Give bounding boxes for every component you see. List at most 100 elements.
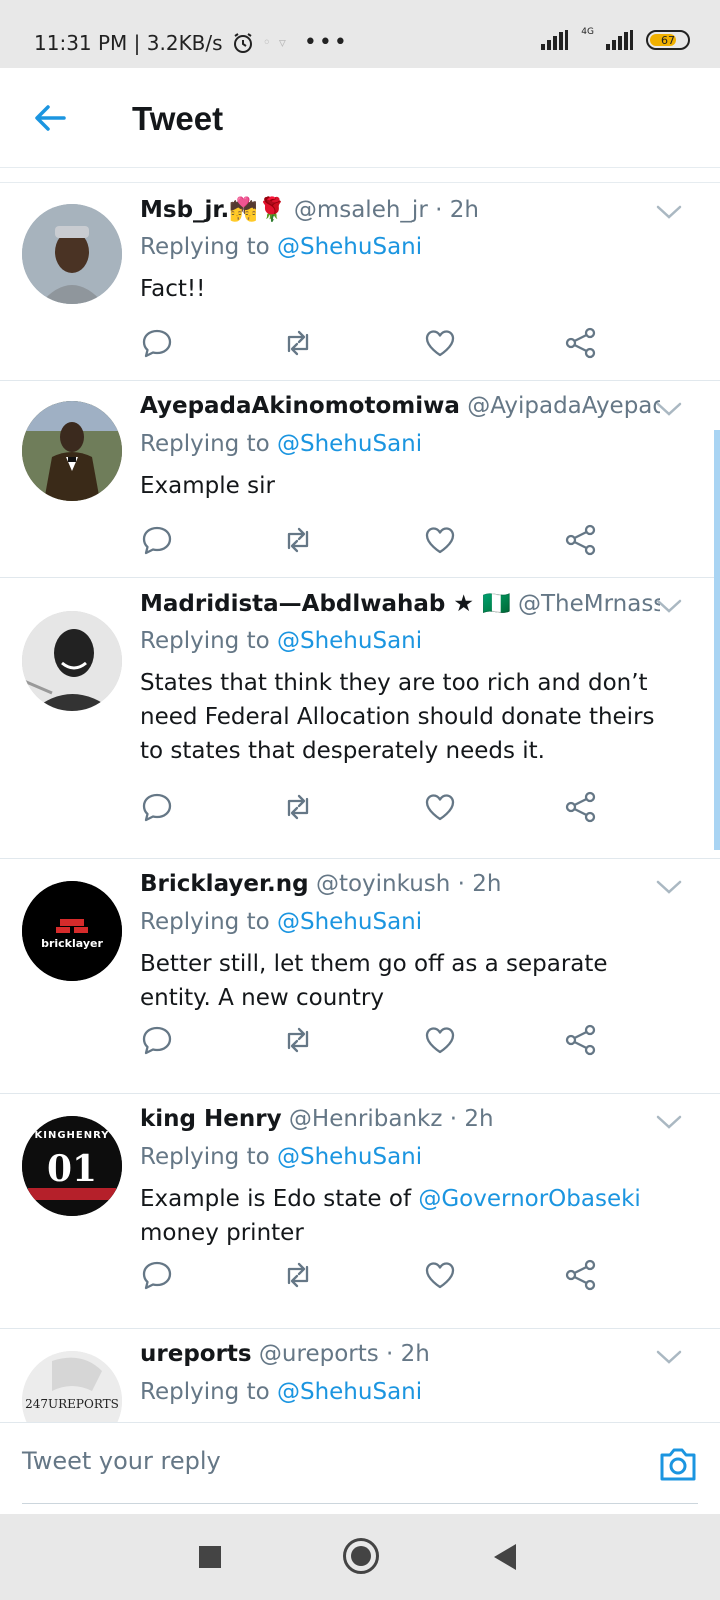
share-icon[interactable]	[564, 523, 598, 557]
recent-apps-button[interactable]	[199, 1546, 221, 1568]
tweet-text: Example is Edo state of @GovernorObaseki…	[140, 1186, 641, 1246]
like-icon[interactable]	[423, 1258, 457, 1292]
avatar[interactable]: bricklayer	[22, 881, 122, 981]
reply-composer: Tweet your reply	[0, 1422, 720, 1514]
status-left: 11:31 PM | 3.2KB/s ◦ ▿ •••	[34, 30, 349, 55]
avatar[interactable]	[22, 401, 122, 501]
tweet-card[interactable]: Msb_jr.💏🌹 @msaleh_jr · 2h Replying to @S…	[0, 184, 720, 381]
replying-to: Replying to @ShehuSani	[140, 628, 423, 654]
like-icon[interactable]	[423, 790, 457, 824]
share-icon[interactable]	[564, 326, 598, 360]
divider	[0, 169, 720, 183]
like-icon[interactable]	[423, 523, 457, 557]
reply-icon[interactable]	[140, 790, 174, 824]
tweet-author-name[interactable]: Msb_jr.💏🌹	[140, 197, 287, 223]
chevron-down-icon[interactable]	[656, 1349, 682, 1365]
avatar[interactable]	[22, 204, 122, 304]
tweet-actions	[140, 1023, 610, 1057]
reply-icon[interactable]	[140, 1258, 174, 1292]
chevron-down-icon[interactable]	[656, 401, 682, 417]
bricklayer-logo	[22, 881, 122, 981]
tweet-card[interactable]: bricklayer Bricklayer.ng @toyinkush · 2h…	[0, 859, 720, 1094]
notification-icon: ◦	[262, 34, 271, 51]
chevron-down-icon[interactable]	[656, 204, 682, 220]
tweet-author-handle: @msaleh_jr · 2h	[293, 197, 479, 223]
app-header: Tweet	[0, 68, 720, 168]
system-nav-bar	[0, 1514, 720, 1600]
avatar-label-top: KINGHENRY	[34, 1130, 110, 1141]
tweet-author-name[interactable]: Bricklayer.ng	[140, 871, 309, 897]
mention-link[interactable]: @ShehuSani	[277, 431, 422, 457]
system-back-button[interactable]	[494, 1544, 516, 1570]
avatar[interactable]: 247UREPORTS	[22, 1351, 122, 1422]
tweet-actions	[140, 1258, 610, 1292]
signal-icon	[541, 30, 569, 50]
chevron-down-icon[interactable]	[656, 879, 682, 895]
share-icon[interactable]	[564, 790, 598, 824]
avatar-label: bricklayer	[41, 937, 103, 950]
avatar-photo	[22, 611, 122, 711]
notification-icon-2: ▿	[278, 34, 286, 51]
tweet-text: Example sir	[140, 473, 275, 499]
scrollbar[interactable]	[714, 430, 720, 850]
tweet-actions	[140, 523, 610, 557]
battery-level: 67	[661, 33, 675, 47]
reply-icon[interactable]	[140, 1023, 174, 1057]
avatar[interactable]	[22, 611, 122, 711]
signal-icon-2	[606, 30, 633, 50]
tweet-author-handle: @AyipadaAyepada · 2h	[467, 393, 660, 419]
tweet-author-name[interactable]: AyepadaAkinomotomiwa	[140, 393, 460, 419]
replying-to: Replying to @ShehuSani	[140, 1379, 423, 1405]
mention-link[interactable]: @ShehuSani	[277, 234, 422, 260]
retweet-icon[interactable]	[281, 523, 315, 557]
replying-to: Replying to @ShehuSani	[140, 909, 423, 935]
tweet-card[interactable]: Madridista—Abdlwahab ★ 🇳🇬 @TheMrnass · 2…	[0, 578, 720, 859]
share-icon[interactable]	[564, 1023, 598, 1057]
camera-icon[interactable]	[658, 1445, 698, 1483]
like-icon[interactable]	[423, 1023, 457, 1057]
mention-link[interactable]: @GovernorObaseki	[418, 1186, 640, 1212]
status-bar: 11:31 PM | 3.2KB/s ◦ ▿ ••• 4G 67	[0, 0, 720, 68]
tweet-author-name[interactable]: Madridista—Abdlwahab ★ 🇳🇬	[140, 591, 511, 617]
tweet-author-name[interactable]: king Henry	[140, 1106, 282, 1132]
tweet-actions	[140, 790, 610, 824]
mention-link[interactable]: @ShehuSani	[277, 628, 422, 654]
retweet-icon[interactable]	[281, 790, 315, 824]
avatar-label: 247UREPORTS	[25, 1397, 119, 1411]
reply-icon[interactable]	[140, 326, 174, 360]
replying-to: Replying to @ShehuSani	[140, 1144, 423, 1170]
network-type: 4G	[581, 27, 594, 37]
chevron-down-icon[interactable]	[656, 598, 682, 614]
mention-link[interactable]: @ShehuSani	[277, 909, 422, 935]
avatar-photo	[22, 204, 122, 304]
divider	[22, 1503, 698, 1504]
retweet-icon[interactable]	[281, 1258, 315, 1292]
tweet-card[interactable]: 247UREPORTS ureports @ureports · 2h Repl…	[0, 1329, 720, 1422]
home-button[interactable]	[343, 1538, 379, 1574]
replying-to: Replying to @ShehuSani	[140, 431, 423, 457]
reply-input[interactable]: Tweet your reply	[22, 1447, 221, 1475]
avatar-photo	[22, 401, 122, 501]
back-arrow-icon[interactable]	[30, 98, 70, 138]
mention-link[interactable]: @ShehuSani	[277, 1379, 422, 1405]
mention-link[interactable]: @ShehuSani	[277, 1144, 422, 1170]
tweet-actions	[140, 326, 610, 360]
tweet-author-handle: @toyinkush · 2h	[315, 871, 502, 897]
status-right: 4G 67	[541, 27, 690, 50]
tweet-text: States that think they are too rich and …	[140, 670, 655, 764]
retweet-icon[interactable]	[281, 326, 315, 360]
reply-icon[interactable]	[140, 523, 174, 557]
tweet-author-handle: @TheMrnass · 2h	[517, 591, 660, 617]
tweet-card[interactable]: AyepadaAkinomotomiwa @AyipadaAyepada · 2…	[0, 381, 720, 578]
alarm-icon	[233, 32, 252, 53]
retweet-icon[interactable]	[281, 1023, 315, 1057]
like-icon[interactable]	[423, 326, 457, 360]
avatar[interactable]: KINGHENRY 01	[22, 1116, 122, 1216]
chevron-down-icon[interactable]	[656, 1114, 682, 1130]
tweet-text: Better still, let them go off as a separ…	[140, 951, 608, 1011]
avatar-photo	[22, 1351, 122, 1422]
status-time: 11:31 PM | 3.2KB/s	[34, 30, 223, 55]
tweet-author-name[interactable]: ureports	[140, 1341, 252, 1367]
tweet-card[interactable]: KINGHENRY 01 king Henry @Henribankz · 2h…	[0, 1094, 720, 1329]
share-icon[interactable]	[564, 1258, 598, 1292]
